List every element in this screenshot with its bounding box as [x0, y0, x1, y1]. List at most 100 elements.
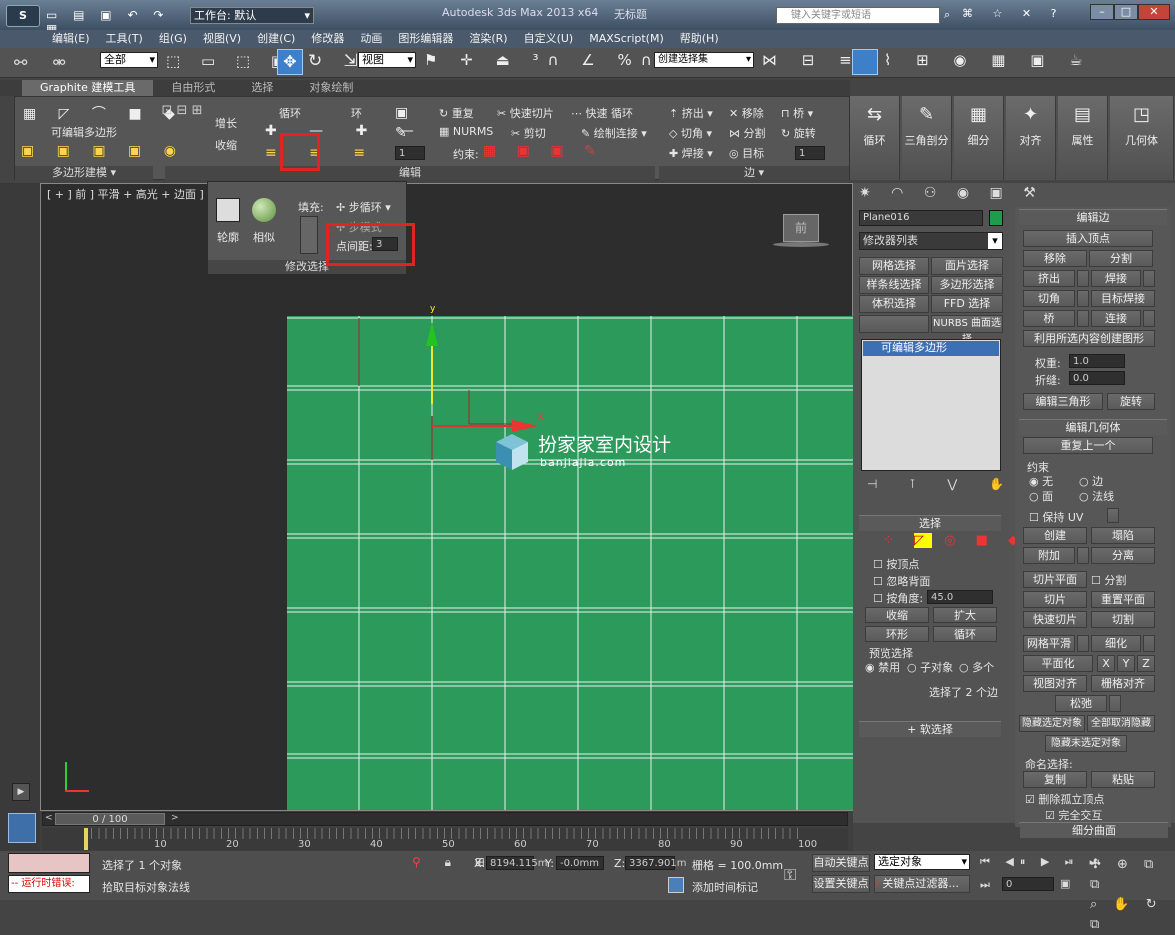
relax-button[interactable]: 松弛: [1055, 695, 1107, 712]
hide-selected-button[interactable]: 隐藏选定对象: [1019, 715, 1085, 732]
unhide-all-button[interactable]: 全部取消隐藏: [1087, 715, 1155, 732]
planarize-z-button[interactable]: Z: [1137, 655, 1155, 672]
menu-modifiers[interactable]: 修改器: [303, 30, 352, 48]
tab-object-paint[interactable]: 对象绘制: [291, 80, 371, 96]
similar-icon[interactable]: [252, 198, 276, 222]
reset-plane-button[interactable]: 重置平面: [1091, 591, 1155, 608]
weld-button[interactable]: 焊接: [1091, 270, 1141, 287]
z-coord-field[interactable]: 3367.901m: [625, 856, 686, 870]
key-icon[interactable]: ⚿: [784, 865, 796, 885]
menu-tools[interactable]: 工具(T): [98, 30, 151, 48]
attach-settings-button[interactable]: [1077, 547, 1089, 564]
edit-footer[interactable]: 编辑: [165, 166, 655, 180]
create-shape-button[interactable]: 利用所选内容创建图形: [1023, 330, 1155, 347]
constraint-face-radio[interactable]: ○ 面: [1029, 488, 1053, 504]
geometry-button[interactable]: ◳ 几何体: [1110, 96, 1174, 180]
insert-vertex-button[interactable]: 插入顶点: [1023, 230, 1153, 247]
edit-geometry-rollout-title[interactable]: 编辑几何体: [1019, 419, 1167, 435]
remove-button[interactable]: 移除: [1023, 250, 1087, 267]
move-tool-button[interactable]: ✥: [277, 49, 303, 75]
connect-settings-button[interactable]: [1143, 310, 1155, 327]
key-filters-button[interactable]: ⁄ 关键点过滤器...: [874, 875, 970, 893]
tessellate-settings-button[interactable]: [1143, 635, 1155, 652]
meshsmooth-button[interactable]: 网格平滑: [1023, 635, 1075, 652]
menu-group[interactable]: 组(G): [151, 30, 195, 48]
current-frame-marker[interactable]: [84, 828, 88, 850]
crease-spinner[interactable]: 0.0: [1069, 371, 1125, 385]
multiple-radio[interactable]: ○ 多个: [959, 659, 994, 675]
step-ring-button[interactable]: ✢ 步循环 ▾: [336, 199, 391, 215]
ring-button[interactable]: 环形: [865, 626, 929, 642]
stack-item-editable-poly[interactable]: 可编辑多边形: [863, 341, 999, 356]
fill-label[interactable]: 填充:: [298, 199, 324, 215]
grow-button[interactable]: 扩大: [933, 607, 997, 623]
patch-select-button[interactable]: 面片选择: [931, 257, 1003, 275]
track-bar[interactable]: 10 20 30 40 50 60 70 80 90 100: [42, 828, 848, 850]
viewport-label[interactable]: [ + ] 前 ] 平滑 + 高光 + 边面 ]: [47, 186, 204, 202]
add-time-tag[interactable]: 添加时间标记: [692, 879, 758, 895]
loop-button[interactable]: 循环: [933, 626, 997, 642]
paint-connect-button[interactable]: ✎ 绘制连接 ▾: [581, 125, 647, 141]
triangulate-button[interactable]: ✎ 三角剖分: [902, 96, 952, 180]
select-tools-icons[interactable]: ⬚ ▭ ⬚ ▣: [166, 52, 293, 70]
auto-key-button[interactable]: 自动关键点: [812, 854, 870, 872]
tab-selection[interactable]: 选择: [233, 80, 291, 96]
empty-button[interactable]: [859, 315, 929, 333]
turn-button[interactable]: 旋转: [1107, 393, 1155, 410]
subobject-radio[interactable]: ○ 子对象: [907, 659, 953, 675]
menu-rendering[interactable]: 渲染(R): [461, 30, 515, 48]
menu-views[interactable]: 视图(V): [195, 30, 249, 48]
named-selection-dropdown[interactable]: 创建选择集 ▾: [654, 52, 754, 68]
grid-align-button[interactable]: 栅格对齐: [1091, 675, 1155, 692]
menu-graph-editors[interactable]: 图形编辑器: [390, 30, 461, 48]
subobject-level-icons[interactable]: ⁘ ◸ ◎ ■ ◆: [883, 533, 1026, 548]
full-interactivity-checkbox[interactable]: ☑ 完全交互: [1045, 807, 1102, 823]
set-key-button[interactable]: 设置关键点: [812, 875, 870, 893]
similar-label[interactable]: 相似: [253, 229, 275, 245]
view-align-button[interactable]: 视图对齐: [1023, 675, 1087, 692]
planarize-y-button[interactable]: Y: [1117, 655, 1135, 672]
bridge-settings-button[interactable]: [1077, 310, 1089, 327]
detach-button[interactable]: 分离: [1091, 547, 1155, 564]
slice-plane-button[interactable]: 切片平面: [1023, 571, 1087, 588]
extrude-button[interactable]: 挤出: [1023, 270, 1075, 287]
time-config-icon[interactable]: ▣: [1060, 877, 1070, 890]
menu-animation[interactable]: 动画: [352, 30, 390, 48]
time-tag-icon[interactable]: [668, 877, 684, 893]
properties-button[interactable]: ▤ 属性: [1058, 96, 1108, 180]
nurms-button[interactable]: ▦ NURMS: [439, 125, 493, 138]
split-button[interactable]: 分割: [1089, 250, 1153, 267]
soft-selection-rollout[interactable]: + 软选择: [859, 721, 1001, 737]
keep-uv-settings-button[interactable]: [1107, 508, 1119, 523]
extrude-button[interactable]: ⇡ 挤出 ▾: [669, 105, 713, 121]
angle-spinner[interactable]: 45.0: [927, 590, 993, 604]
keep-uv-checkbox[interactable]: ☐ 保持 UV: [1029, 509, 1083, 525]
key-mode-icon[interactable]: ⏭: [980, 878, 990, 892]
search-icon[interactable]: ⌕: [944, 8, 950, 22]
cut-button[interactable]: 切割: [1091, 611, 1155, 628]
edit-edges-rollout-title[interactable]: 编辑边: [1019, 209, 1167, 225]
quickslice-button[interactable]: 快速切片: [1023, 611, 1087, 628]
time-slider-next[interactable]: >: [171, 813, 179, 823]
link-icon[interactable]: ⚯ ⚮: [14, 53, 76, 72]
chamfer-button[interactable]: ◇ 切角 ▾: [669, 125, 712, 141]
attach-button[interactable]: 附加: [1023, 547, 1075, 564]
nurbs-select-button[interactable]: NURBS 曲面选择: [931, 315, 1003, 345]
help-icons[interactable]: ⌘ ☆ ✕ ?: [962, 7, 1064, 20]
delete-isolated-checkbox[interactable]: ☑ 删除孤立顶点: [1025, 791, 1104, 807]
paste-button[interactable]: 粘贴: [1091, 771, 1155, 788]
target-button[interactable]: ◎ 目标: [729, 145, 764, 161]
menu-maxscript[interactable]: MAXScript(M): [581, 30, 672, 48]
command-panel-tabs[interactable]: ✷ ◠ ⚇ ◉ ▣ ⚒: [859, 185, 1044, 201]
maximize-button[interactable]: □: [1114, 4, 1138, 20]
modifier-list-dropdown[interactable]: 修改器列表 ▾: [859, 232, 1003, 250]
edit-tools-icons[interactable]: ▣ ✎: [395, 103, 419, 143]
edge-footer[interactable]: 边 ▾: [659, 166, 849, 180]
split-button[interactable]: ⋈ 分割: [729, 125, 766, 141]
selection-filter-dropdown[interactable]: 全部 ▾: [100, 52, 158, 68]
weight-spinner[interactable]: 1.0: [1069, 354, 1125, 368]
repeat-button[interactable]: ↻ 重复: [439, 105, 474, 121]
quickloop-button[interactable]: ⋯ 快速 循环: [571, 105, 633, 121]
playback-controls[interactable]: ⏮ ◀⏸ ▶ ⏯ ⏭: [980, 855, 1105, 869]
by-vertex-checkbox[interactable]: ☐ 按顶点: [873, 556, 919, 572]
